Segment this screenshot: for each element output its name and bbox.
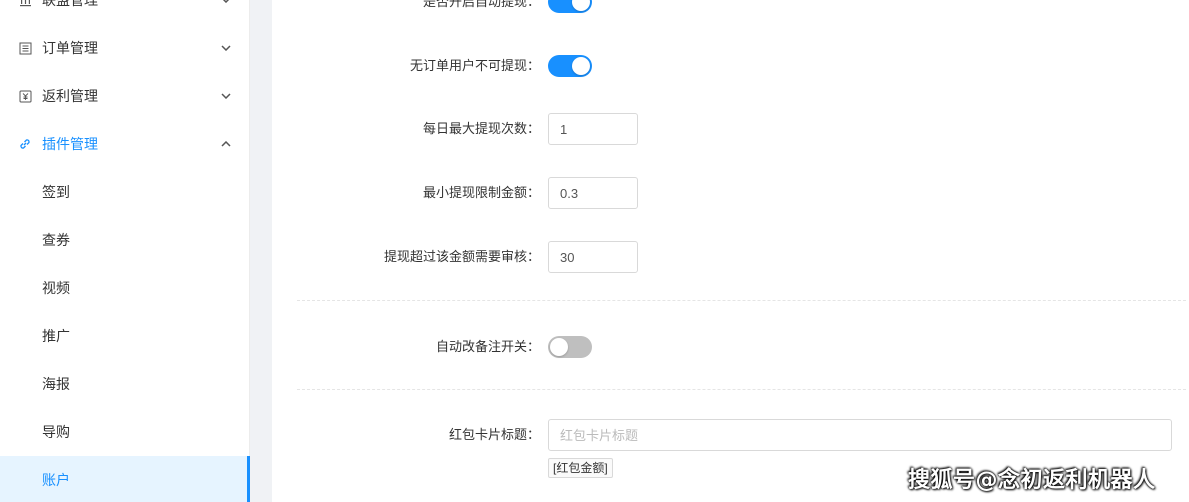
form-row-auto-remark: 自动改备注开关：: [297, 331, 1172, 363]
section-divider: [297, 389, 1186, 390]
auto-remark-control: [548, 331, 592, 358]
menu-plugins[interactable]: 插件管理: [0, 120, 250, 168]
auto-withdraw-control: [548, 0, 592, 13]
form-row-card-title: 红包卡片标题：: [297, 419, 1172, 451]
section-divider: [297, 300, 1186, 301]
menu-label: 返利管理: [42, 88, 98, 104]
rebate-icon: [18, 89, 32, 103]
no-order-withdraw-switch[interactable]: [548, 55, 592, 77]
review-threshold-label: 提现超过该金额需要审核：: [383, 249, 540, 264]
chevron-down-icon: [220, 90, 232, 102]
min-amount-control: [548, 177, 638, 209]
card-title-input[interactable]: [548, 419, 1172, 451]
menu-label: 联盟管理: [42, 0, 98, 8]
watermark: 搜狐号@念初返利机器人: [908, 468, 1156, 493]
submenu-label: 导购: [42, 424, 70, 440]
review-threshold-input[interactable]: [548, 241, 638, 273]
review-threshold-control: [548, 241, 638, 273]
menu-orders[interactable]: 订单管理: [0, 24, 250, 72]
switch-knob: [572, 0, 590, 11]
min-amount-input[interactable]: [548, 177, 638, 209]
list-icon: [18, 41, 32, 55]
submenu-item-promotion[interactable]: 推广: [0, 312, 250, 360]
min-amount-label: 最小提现限制金额：: [422, 185, 540, 200]
submenu-item-poster[interactable]: 海报: [0, 360, 250, 408]
max-daily-control: [548, 113, 638, 145]
auto-remark-label: 自动改备注开关：: [435, 339, 540, 354]
submenu-label: 查券: [42, 232, 70, 248]
bank-icon: [18, 0, 32, 7]
link-icon: [18, 137, 32, 151]
submenu-item-video[interactable]: 视频: [0, 264, 250, 312]
submenu-label: 推广: [42, 328, 70, 344]
switch-knob: [550, 338, 568, 356]
submenu-label: 视频: [42, 280, 70, 296]
submenu-item-checkin[interactable]: 签到: [0, 168, 250, 216]
card-title-control: [548, 419, 1172, 451]
max-daily-label: 每日最大提现次数：: [422, 121, 540, 136]
menu-label: 订单管理: [42, 40, 98, 56]
form-row-no-order-withdraw: 无订单用户不可提现：: [297, 50, 1172, 82]
content-gutter: [250, 0, 272, 502]
chevron-up-icon: [220, 138, 232, 150]
menu-rebate[interactable]: 返利管理: [0, 72, 250, 120]
insert-amount-tag-button[interactable]: [红包金额]: [548, 458, 613, 478]
form-row-review-threshold: 提现超过该金额需要审核：: [297, 241, 1172, 273]
auto-withdraw-switch[interactable]: [548, 0, 592, 13]
auto-withdraw-label: 是否开启自动提现：: [422, 0, 540, 9]
no-order-withdraw-label: 无订单用户不可提现：: [409, 58, 540, 73]
form-row-min-amount: 最小提现限制金额：: [297, 177, 1172, 209]
no-order-withdraw-control: [548, 50, 592, 77]
submenu-label: 账户: [42, 472, 70, 488]
card-title-label: 红包卡片标题：: [448, 427, 540, 442]
switch-knob: [572, 57, 590, 75]
sidebar: 联盟管理 订单管理 返利管理 插件管理 签到 查券 视频 推广 海报 导购 账户: [0, 0, 250, 502]
form-row-max-daily: 每日最大提现次数：: [297, 113, 1172, 145]
menu-alliance[interactable]: 联盟管理: [0, 0, 250, 24]
auto-remark-switch[interactable]: [548, 336, 592, 358]
form-row-auto-withdraw: 是否开启自动提现：: [297, 0, 1172, 18]
submenu-item-coupon[interactable]: 查券: [0, 216, 250, 264]
menu-label: 插件管理: [42, 136, 98, 152]
submenu-label: 海报: [42, 376, 70, 392]
chevron-down-icon: [220, 0, 232, 6]
submenu-item-guide[interactable]: 导购: [0, 408, 250, 456]
max-daily-input[interactable]: [548, 113, 638, 145]
submenu-item-account[interactable]: 账户: [0, 456, 250, 502]
submenu-label: 签到: [42, 184, 70, 200]
chevron-down-icon: [220, 42, 232, 54]
